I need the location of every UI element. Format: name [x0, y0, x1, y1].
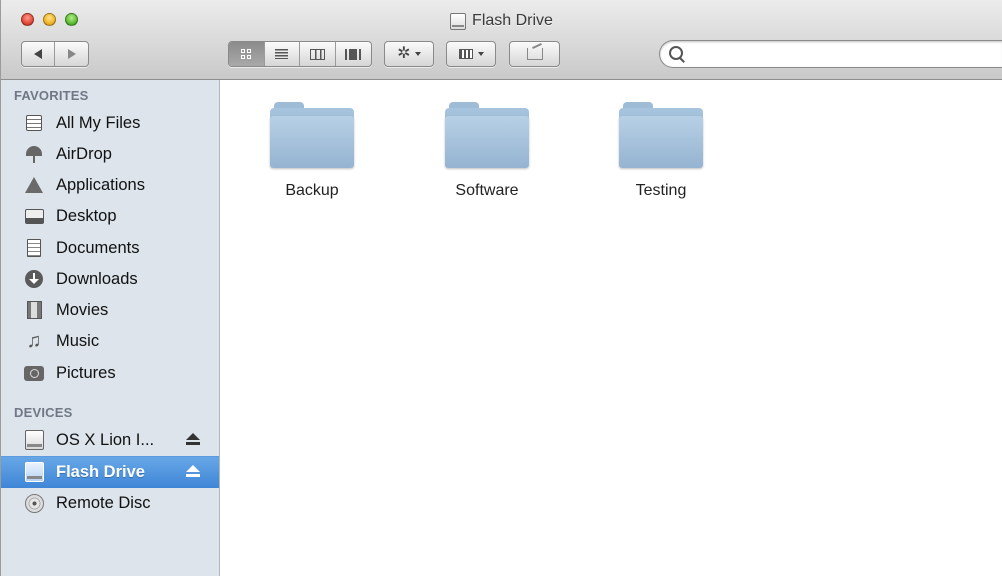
- all-files-icon: [26, 115, 42, 131]
- music-icon: ♫: [26, 330, 42, 352]
- icon-view-icon: [241, 49, 252, 59]
- folder-icon: [270, 102, 354, 168]
- search-input[interactable]: [688, 45, 992, 65]
- sidebar-item-label: Documents: [56, 239, 140, 257]
- minimize-button[interactable]: [43, 13, 56, 26]
- view-mode-control: [228, 41, 372, 67]
- folder-item-backup[interactable]: Backup: [234, 100, 374, 210]
- chevron-down-icon: [414, 52, 421, 56]
- sidebar-item-label: Pictures: [56, 364, 116, 382]
- forward-arrow-icon: [67, 49, 76, 59]
- drive-icon: [450, 12, 467, 30]
- close-button[interactable]: [21, 13, 34, 26]
- chevron-down-icon: [477, 52, 484, 56]
- pictures-icon: [24, 365, 44, 381]
- sidebar-item-music[interactable]: ♫ Music: [1, 326, 219, 356]
- gear-icon: ✲: [397, 45, 411, 62]
- drive-icon: [24, 462, 44, 482]
- arrange-icon: [458, 49, 473, 59]
- sidebar-item-label: OS X Lion I...: [56, 431, 155, 449]
- share-button[interactable]: [509, 41, 560, 67]
- sidebar: FAVORITES All My Files AirDrop Applicati…: [1, 80, 220, 576]
- back-forward-control: [21, 41, 89, 67]
- sidebar-item-downloads[interactable]: Downloads: [1, 264, 219, 294]
- window-title-label: Flash Drive: [472, 12, 553, 29]
- sidebar-section-devices: DEVICES: [14, 405, 73, 420]
- share-icon: [526, 42, 543, 60]
- forward-button[interactable]: [55, 42, 88, 66]
- search-field[interactable]: [659, 40, 1002, 68]
- icon-view-button[interactable]: [229, 42, 265, 66]
- file-browser-content: Backup Software Testing: [220, 80, 1002, 576]
- back-button[interactable]: [22, 42, 56, 66]
- folder-label: Backup: [285, 182, 339, 199]
- arrange-menu-button[interactable]: [446, 41, 496, 67]
- finder-window: Flash Drive ✲ FAVORITES All My Files Air…: [0, 0, 1002, 576]
- title-toolbar: Flash Drive ✲: [1, 0, 1002, 80]
- list-view-button[interactable]: [265, 42, 300, 66]
- action-menu-button[interactable]: ✲: [384, 41, 434, 67]
- disc-icon: [24, 493, 44, 513]
- eject-icon[interactable]: [185, 464, 201, 480]
- column-view-button[interactable]: [300, 42, 336, 66]
- folder-icon: [619, 102, 703, 168]
- sidebar-section-favorites: FAVORITES: [14, 88, 89, 103]
- folder-label: Testing: [635, 182, 687, 199]
- sidebar-item-label: All My Files: [56, 114, 141, 132]
- documents-icon: [27, 239, 41, 257]
- sidebar-item-desktop[interactable]: Desktop: [1, 201, 219, 231]
- sidebar-item-label: Applications: [56, 176, 145, 194]
- sidebar-item-label: AirDrop: [56, 145, 112, 163]
- folder-item-testing[interactable]: Testing: [583, 100, 723, 210]
- folder-item-software[interactable]: Software: [409, 100, 549, 210]
- column-view-icon: [309, 48, 325, 60]
- sidebar-item-flash-drive[interactable]: Flash Drive: [1, 456, 219, 488]
- sidebar-item-pictures[interactable]: Pictures: [1, 358, 219, 388]
- sidebar-item-applications[interactable]: Applications: [1, 170, 219, 200]
- sidebar-item-remote-disc[interactable]: Remote Disc: [1, 488, 219, 518]
- sidebar-item-label: Music: [56, 332, 100, 350]
- sidebar-item-label: Movies: [56, 301, 109, 319]
- sidebar-item-label: Downloads: [56, 270, 138, 288]
- coverflow-view-icon: [345, 48, 362, 60]
- back-arrow-icon: [34, 49, 42, 59]
- desktop-icon: [24, 208, 44, 224]
- sidebar-item-label: Desktop: [56, 207, 117, 225]
- sidebar-item-all-my-files[interactable]: All My Files: [1, 108, 219, 138]
- folder-label: Software: [455, 182, 519, 199]
- applications-icon: [25, 177, 43, 193]
- sidebar-item-label: Remote Disc: [56, 494, 151, 512]
- search-icon: [669, 46, 683, 60]
- sidebar-item-label: Flash Drive: [56, 463, 145, 481]
- sidebar-item-movies[interactable]: Movies: [1, 295, 219, 325]
- zoom-button[interactable]: [65, 13, 78, 26]
- sidebar-item-airdrop[interactable]: AirDrop: [1, 139, 219, 169]
- sidebar-item-os-x-lion[interactable]: OS X Lion I...: [1, 425, 219, 455]
- airdrop-icon: [25, 145, 43, 163]
- drive-icon: [24, 430, 44, 450]
- downloads-icon: [25, 270, 43, 288]
- movies-icon: [26, 301, 42, 319]
- eject-icon[interactable]: [185, 432, 201, 448]
- coverflow-view-button[interactable]: [336, 42, 371, 66]
- folder-icon: [445, 102, 529, 168]
- sidebar-item-documents[interactable]: Documents: [1, 233, 219, 263]
- list-view-icon: [275, 49, 289, 59]
- window-title: Flash Drive: [1, 12, 1002, 35]
